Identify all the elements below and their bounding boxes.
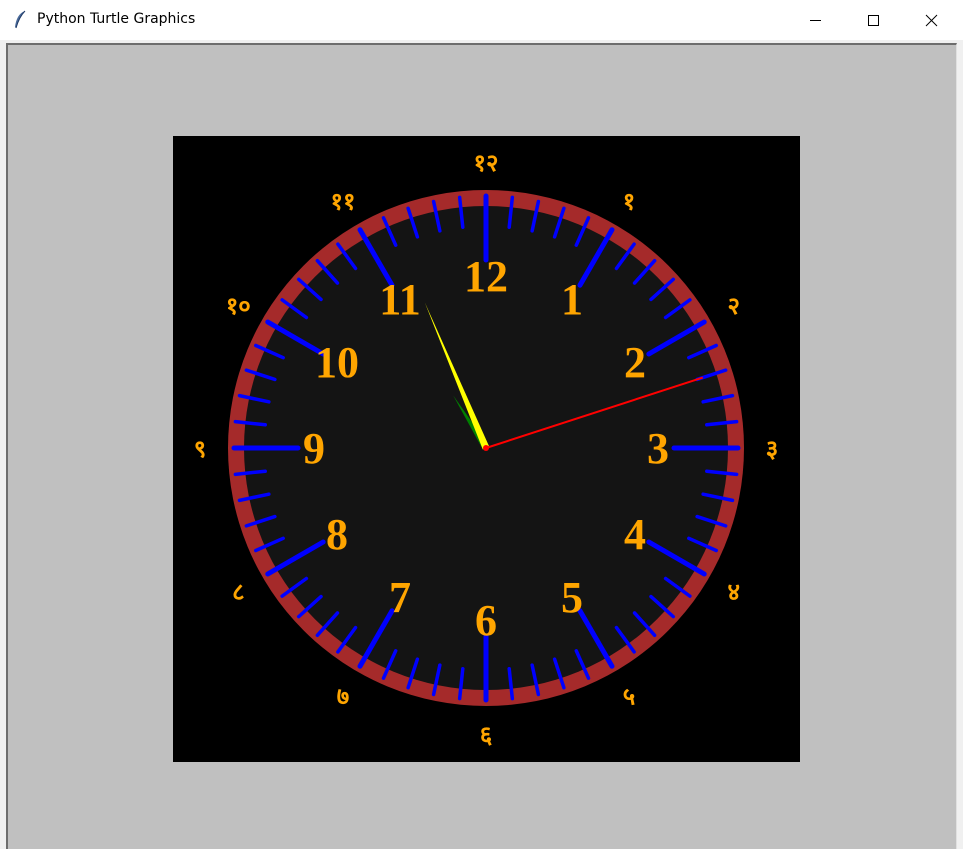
inner-numeral: 6: [475, 596, 497, 645]
inner-numeral: 4: [624, 510, 646, 559]
inner-numeral: 7: [389, 573, 411, 622]
inner-numeral: 11: [379, 275, 421, 324]
inner-numeral: 5: [561, 573, 583, 622]
outer-numeral: १०: [226, 292, 251, 320]
inner-numeral: 12: [464, 252, 508, 301]
outer-numeral: ९: [194, 435, 206, 463]
outer-numeral: २: [727, 292, 739, 320]
inner-numeral: 1: [561, 275, 583, 324]
outer-numeral: ११: [331, 187, 356, 215]
outer-numeral: १: [623, 187, 635, 215]
outer-numeral: ७: [337, 683, 349, 711]
turtle-window: Python Turtle Graphics 12 1 2 3 4 5 6 7 8 9 10 11 १…: [0, 0, 963, 849]
inner-numeral: 8: [326, 510, 348, 559]
outer-numeral: ३: [766, 435, 778, 463]
outer-numeral: १२: [474, 149, 499, 177]
inner-numeral: 2: [624, 338, 646, 387]
outer-numeral: ६: [480, 721, 492, 749]
inner-numeral: 3: [647, 424, 669, 473]
outer-numeral: ४: [727, 578, 739, 606]
inner-numeral: 10: [315, 338, 359, 387]
center-pin: [483, 445, 489, 451]
inner-numeral: 9: [303, 424, 325, 473]
clock-graphic: 12 1234567891011 १२१२३४५६७८९१०११: [173, 136, 800, 762]
outer-numeral: ८: [232, 578, 244, 606]
outer-numeral: ५: [623, 683, 635, 711]
